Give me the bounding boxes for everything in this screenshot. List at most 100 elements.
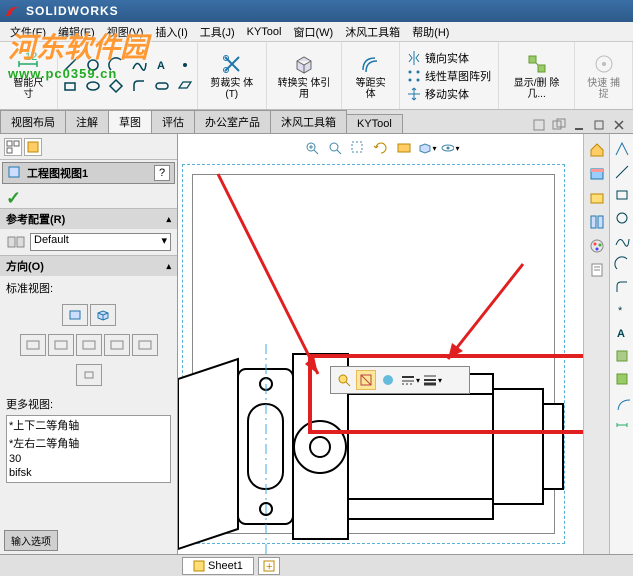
circle-tool[interactable]: [82, 55, 104, 75]
ctx-zoom-selection[interactable]: [334, 370, 354, 390]
plane-tool[interactable]: [174, 76, 196, 96]
library-icon[interactable]: [587, 164, 607, 184]
ctx-hide-show[interactable]: [356, 370, 376, 390]
menu-edit[interactable]: 编辑(E): [52, 22, 101, 42]
zoom-fit-icon[interactable]: [325, 138, 345, 158]
point-tool[interactable]: [174, 55, 196, 75]
fillet-tool[interactable]: [128, 76, 150, 96]
add-sheet-button[interactable]: +: [258, 557, 280, 575]
list-item[interactable]: 30: [7, 452, 170, 466]
graphics-canvas[interactable]: ▾ ▾: [178, 134, 583, 554]
close-icon[interactable]: [611, 117, 627, 133]
view-4[interactable]: [104, 334, 130, 356]
section-icon[interactable]: [394, 138, 414, 158]
properties-icon[interactable]: [587, 260, 607, 280]
convert-entities-button[interactable]: 转换实 体引用: [271, 50, 338, 102]
move-entities-button[interactable]: 移动实体: [404, 85, 471, 103]
minimize-icon[interactable]: [571, 117, 587, 133]
tab-layout[interactable]: 视图布局: [0, 110, 66, 133]
menu-kytool[interactable]: KYTool: [241, 24, 288, 40]
hide-show-icon[interactable]: ▾: [440, 138, 460, 158]
tab-mufeng[interactable]: 沐风工具箱: [270, 110, 347, 133]
cube-icon: [292, 52, 316, 76]
smart-dimension-button[interactable]: 12 智能尺 寸: [4, 50, 53, 102]
offset-sk-icon[interactable]: [613, 393, 631, 411]
tab-annotation[interactable]: 注解: [65, 110, 109, 133]
palette-icon[interactable]: [587, 212, 607, 232]
exit-sketch-icon[interactable]: [613, 140, 631, 158]
arc-tool[interactable]: [105, 55, 127, 75]
menu-mufeng[interactable]: 沐风工具箱: [339, 22, 406, 42]
menu-view[interactable]: 视图(V): [101, 22, 150, 42]
config-select[interactable]: Default▾: [30, 233, 171, 251]
view-2[interactable]: [48, 334, 74, 356]
ellipse-tool[interactable]: [82, 76, 104, 96]
sheet-tab[interactable]: Sheet1: [182, 557, 254, 575]
tab-evaluate[interactable]: 评估: [151, 110, 195, 133]
mirror-entities-button[interactable]: 镜向实体: [404, 49, 471, 67]
dim-sk-icon[interactable]: [613, 416, 631, 434]
slot-tool[interactable]: [151, 76, 173, 96]
arc-icon[interactable]: [613, 255, 631, 273]
view-front[interactable]: [62, 304, 88, 326]
view-iso[interactable]: [90, 304, 116, 326]
menu-file[interactable]: 文件(F): [4, 22, 52, 42]
display-style-icon[interactable]: ▾: [417, 138, 437, 158]
rotate-icon[interactable]: [371, 138, 391, 158]
view-5[interactable]: [132, 334, 158, 356]
list-item[interactable]: bifsk: [7, 466, 170, 480]
direction-header[interactable]: 方向(O) ▴: [0, 256, 177, 276]
trim-entities-button[interactable]: 剪裁实 体(T): [202, 50, 262, 102]
doc2-icon[interactable]: [551, 117, 567, 133]
tab-office[interactable]: 办公室产品: [194, 110, 271, 133]
doc-icon[interactable]: [531, 117, 547, 133]
menu-tools[interactable]: 工具(J): [194, 22, 241, 42]
convert-sk-icon[interactable]: [613, 370, 631, 388]
view-1[interactable]: [20, 334, 46, 356]
ctx-line-weight[interactable]: ▾: [422, 370, 442, 390]
list-item[interactable]: *左右二等角轴: [7, 434, 170, 452]
ok-check-icon[interactable]: ✓: [6, 188, 21, 208]
tab-sketch[interactable]: 草图: [108, 110, 152, 133]
appearance-icon[interactable]: [587, 236, 607, 256]
line-tool[interactable]: [59, 55, 81, 75]
ctx-line-style[interactable]: ▾: [400, 370, 420, 390]
help-button[interactable]: ?: [154, 165, 170, 181]
polygon-tool[interactable]: [105, 76, 127, 96]
list-item[interactable]: *上下二等角轴: [7, 416, 170, 434]
show-delete-button[interactable]: 显示/删 除几...: [503, 50, 571, 102]
menu-window[interactable]: 窗口(W): [287, 22, 339, 42]
linear-pattern-button[interactable]: 线性草图阵列: [404, 67, 493, 85]
restore-icon[interactable]: [591, 117, 607, 133]
point-icon[interactable]: *: [613, 301, 631, 319]
spline-icon[interactable]: [613, 232, 631, 250]
explorer-icon[interactable]: [587, 188, 607, 208]
property-mgr-icon[interactable]: [24, 138, 42, 156]
tab-kytool[interactable]: KYTool: [346, 114, 403, 133]
view-single[interactable]: [76, 364, 102, 386]
fillet-sk-icon[interactable]: [613, 278, 631, 296]
menu-help[interactable]: 帮助(H): [406, 22, 455, 42]
quick-snap-button[interactable]: 快速 捕捉: [579, 50, 628, 102]
zoom-in-icon[interactable]: [302, 138, 322, 158]
view-3[interactable]: [76, 334, 102, 356]
trim-sk-icon[interactable]: [613, 347, 631, 365]
text-tool[interactable]: A: [151, 55, 173, 75]
rect-icon[interactable]: [613, 186, 631, 204]
text-sk-icon[interactable]: A: [613, 324, 631, 342]
feature-tree-icon[interactable]: [4, 138, 22, 156]
ctx-appearance[interactable]: [378, 370, 398, 390]
panel-bottom-tab[interactable]: 输入选项: [4, 530, 58, 551]
more-views-list[interactable]: *上下二等角轴 *左右二等角轴 30 bifsk: [6, 415, 171, 483]
rect-tool[interactable]: [59, 76, 81, 96]
offset-entities-button[interactable]: 等距实 体: [346, 50, 395, 102]
line-icon[interactable]: [613, 163, 631, 181]
spline-tool[interactable]: [128, 55, 150, 75]
zoom-area-icon[interactable]: [348, 138, 368, 158]
move-label: 移动实体: [425, 86, 469, 102]
home-icon[interactable]: [587, 140, 607, 160]
circle-icon[interactable]: [613, 209, 631, 227]
config-header[interactable]: 参考配置(R) ▴: [0, 209, 177, 229]
dimension-icon: 12: [16, 52, 40, 76]
menu-insert[interactable]: 插入(I): [149, 22, 193, 42]
